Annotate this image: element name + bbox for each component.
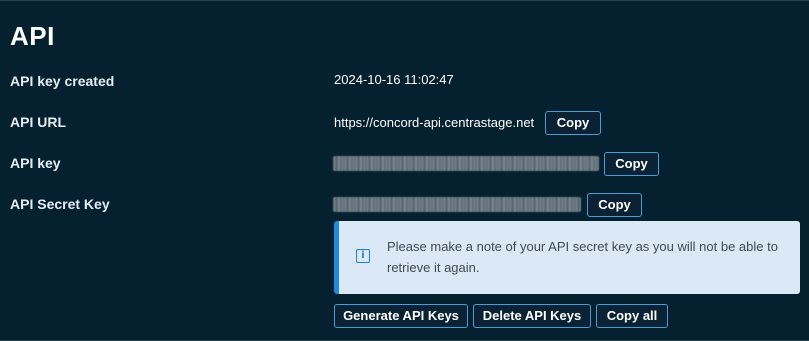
copy-api-secret-key-button[interactable]: Copy: [587, 193, 642, 217]
api-key-label: API key: [10, 155, 61, 171]
generate-api-keys-button[interactable]: Generate API Keys: [334, 304, 468, 328]
api-url-label: API URL: [10, 114, 66, 130]
notice-text: Please make a note of your API secret ke…: [387, 239, 778, 275]
api-key-created-label: API key created: [10, 73, 115, 89]
api-key-masked-value: [333, 156, 599, 171]
copy-all-button[interactable]: Copy all: [596, 304, 668, 328]
info-icon: i: [356, 249, 370, 263]
copy-api-url-button[interactable]: Copy: [545, 111, 601, 135]
api-secret-key-masked-value: [333, 197, 581, 212]
api-secret-key-label: API Secret Key: [10, 196, 110, 212]
api-key-created-value: 2024-10-16 11:02:47: [334, 72, 454, 87]
copy-api-key-button[interactable]: Copy: [604, 152, 659, 176]
api-settings-panel: API API key created 2024-10-16 11:02:47 …: [0, 0, 809, 341]
section-title: API: [10, 21, 55, 51]
api-url-value: https://concord-api.centrastage.net: [334, 115, 535, 130]
delete-api-keys-button[interactable]: Delete API Keys: [473, 304, 591, 328]
secret-key-notice: i Please make a note of your API secret …: [334, 221, 800, 294]
